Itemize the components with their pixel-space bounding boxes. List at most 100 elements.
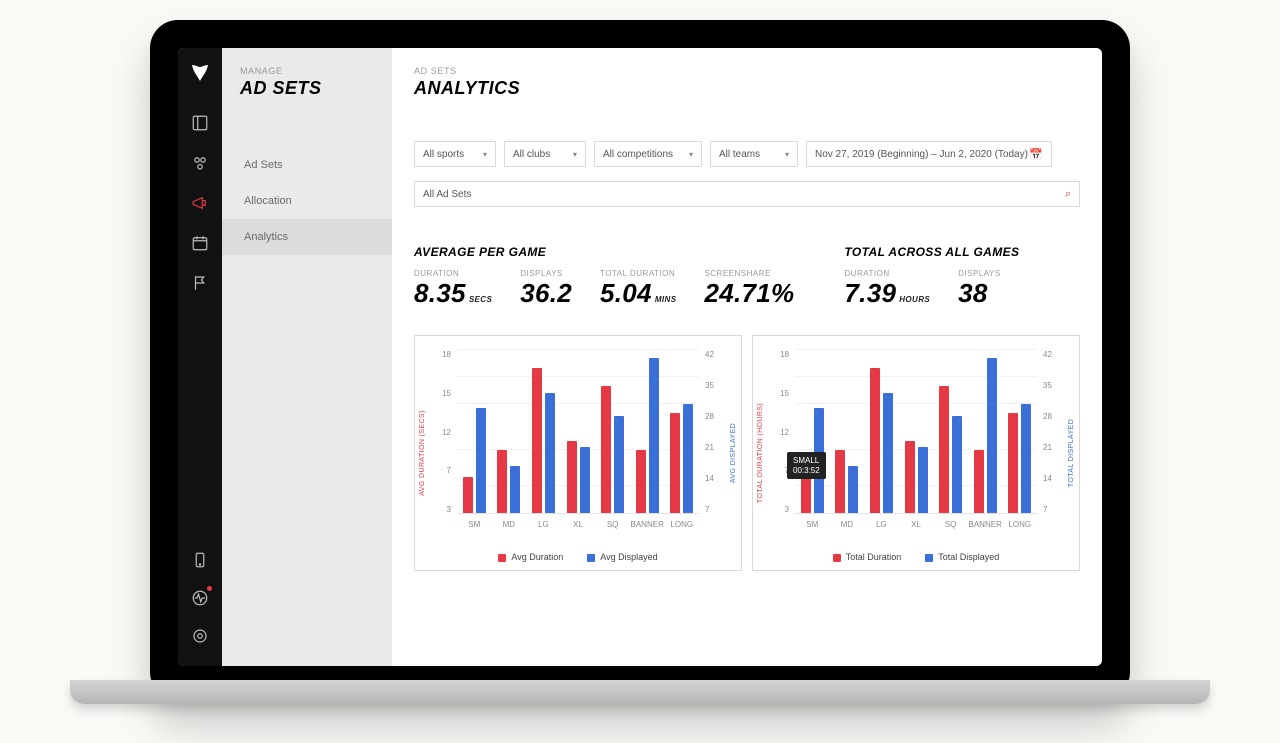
- legend-swatch-icon: [833, 554, 841, 562]
- chart-bar[interactable]: [952, 416, 962, 513]
- side-nav-adsets[interactable]: Ad Sets: [240, 147, 392, 183]
- chart-legend: Avg DurationAvg Displayed: [415, 552, 741, 562]
- side-eyebrow: MANAGE: [240, 66, 392, 76]
- device-icon[interactable]: [190, 550, 210, 570]
- stat-unit: MINS: [655, 295, 677, 304]
- chart-category: LG: [526, 350, 561, 513]
- chart-bar[interactable]: [870, 368, 880, 513]
- brand-logo[interactable]: [188, 60, 212, 89]
- chart-ylabel-left: AVG DURATION (SECS): [419, 410, 426, 496]
- chart-category-label: SQ: [607, 520, 619, 529]
- chart-total: TOTAL DURATION (HOURS)TOTAL DISPLAYED181…: [752, 335, 1080, 571]
- stat-label: DURATION: [414, 269, 492, 278]
- chart-ylabel-left: TOTAL DURATION (HOURS): [757, 403, 764, 503]
- chart-bar[interactable]: [601, 386, 611, 513]
- chart-bar[interactable]: [1021, 404, 1031, 513]
- filter-daterange[interactable]: Nov 27, 2019 (Beginning) – Jun 2, 2020 (…: [806, 141, 1052, 167]
- chart-bar[interactable]: [918, 447, 928, 513]
- filter-adset-search-label: All Ad Sets: [423, 189, 471, 200]
- chart-bar[interactable]: [476, 408, 486, 513]
- legend-swatch-icon: [587, 554, 595, 562]
- chart-category-label: LG: [538, 520, 549, 529]
- chart-category: SQ: [933, 350, 968, 513]
- chart-bar[interactable]: [974, 450, 984, 513]
- chart-category-label: BANNER: [969, 520, 1002, 529]
- chevron-down-icon: ▾: [573, 150, 577, 159]
- stats-row: AVERAGE PER GAME DURATION 8.35SECS DISPL…: [414, 245, 1080, 309]
- chart-bar[interactable]: [497, 450, 507, 513]
- stat-label: TOTAL DURATION: [600, 269, 676, 278]
- side-nav-allocation[interactable]: Allocation: [240, 183, 392, 219]
- chart-bar[interactable]: [835, 450, 845, 513]
- dashboard-icon[interactable]: [190, 113, 210, 133]
- stats-total-header: TOTAL ACROSS ALL GAMES: [844, 245, 1019, 259]
- filter-adset-search[interactable]: All Ad Sets⌕: [414, 181, 1080, 207]
- calendar-icon[interactable]: [190, 233, 210, 253]
- chart-bar[interactable]: [883, 393, 893, 513]
- chart-bar[interactable]: [532, 368, 542, 513]
- chart-plot: SMMDLGXLSQBANNERLONG: [795, 350, 1037, 514]
- chart-category: XL: [561, 350, 596, 513]
- chart-bar[interactable]: [463, 477, 473, 513]
- users-icon[interactable]: [190, 153, 210, 173]
- filter-sport-label: All sports: [423, 149, 464, 160]
- chart-bar[interactable]: [510, 466, 520, 513]
- chart-bar[interactable]: [683, 404, 693, 513]
- stat-total-displays: DISPLAYS 38: [958, 269, 1001, 309]
- filter-competition[interactable]: All competitions▾: [594, 141, 702, 167]
- settings-icon[interactable]: [190, 626, 210, 646]
- stats-total-group: TOTAL ACROSS ALL GAMES DURATION 7.39HOUR…: [844, 245, 1019, 309]
- filter-sport[interactable]: All sports▾: [414, 141, 496, 167]
- chart-bar[interactable]: [670, 413, 680, 513]
- side-panel: MANAGE AD SETS Ad Sets Allocation Analyt…: [222, 48, 392, 666]
- chart-ylabel-right: AVG DISPLAYED: [730, 423, 737, 483]
- chart-category: BANNER: [968, 350, 1003, 513]
- chart-tooltip: SMALL00:3:52: [787, 452, 826, 479]
- flag-icon[interactable]: [190, 273, 210, 293]
- chevron-down-icon: ▾: [785, 150, 789, 159]
- chart-category-label: SM: [468, 520, 480, 529]
- chart-legend-item: Total Displayed: [925, 552, 999, 562]
- chart-bar[interactable]: [580, 447, 590, 513]
- stats-avg-group: AVERAGE PER GAME DURATION 8.35SECS DISPL…: [414, 245, 794, 309]
- stat-label: DISPLAYS: [958, 269, 1001, 278]
- filter-bar: All sports▾ All clubs▾ All competitions▾…: [414, 141, 1080, 207]
- chart-yaxis-right: 42352821147: [705, 350, 719, 514]
- page-eyebrow: AD SETS: [414, 66, 1080, 76]
- chart-category-label: MD: [841, 520, 853, 529]
- activity-icon[interactable]: [190, 588, 210, 608]
- stat-value: 38: [958, 278, 988, 309]
- chart-category-label: LONG: [670, 520, 693, 529]
- chart-avg: AVG DURATION (SECS)AVG DISPLAYED18151273…: [414, 335, 742, 571]
- chevron-down-icon: ▾: [689, 150, 693, 159]
- stat-unit: HOURS: [899, 295, 930, 304]
- main-content: AD SETS ANALYTICS All sports▾ All clubs▾…: [392, 48, 1102, 666]
- chart-bar[interactable]: [905, 441, 915, 513]
- chart-legend: Total DurationTotal Displayed: [753, 552, 1079, 562]
- filter-club[interactable]: All clubs ▾: [504, 141, 586, 167]
- chart-category-label: LONG: [1008, 520, 1031, 529]
- filter-team-label: All teams: [719, 149, 760, 160]
- nav-rail: [178, 48, 222, 666]
- side-nav-analytics[interactable]: Analytics: [222, 219, 392, 255]
- chart-bar[interactable]: [939, 386, 949, 513]
- chart-category-label: LG: [876, 520, 887, 529]
- chart-bar[interactable]: [987, 358, 997, 513]
- chart-bar[interactable]: [848, 466, 858, 513]
- chart-category: SM: [795, 350, 830, 513]
- filter-team[interactable]: All teams ▾: [710, 141, 798, 167]
- chart-bar[interactable]: [801, 477, 811, 513]
- chart-bar[interactable]: [567, 441, 577, 513]
- chart-bar[interactable]: [545, 393, 555, 513]
- chart-category-label: BANNER: [631, 520, 664, 529]
- chart-bar[interactable]: [636, 450, 646, 513]
- filter-club-label: All clubs: [513, 149, 550, 160]
- stat-label: DURATION: [844, 269, 930, 278]
- chart-bar[interactable]: [649, 358, 659, 513]
- stat-label: SCREENSHARE: [704, 269, 794, 278]
- stat-avg-displays: DISPLAYS 36.2: [520, 269, 572, 309]
- chart-bar[interactable]: [614, 416, 624, 513]
- ads-icon[interactable]: [190, 193, 210, 213]
- chart-category: LONG: [664, 350, 699, 513]
- chart-bar[interactable]: [1008, 413, 1018, 513]
